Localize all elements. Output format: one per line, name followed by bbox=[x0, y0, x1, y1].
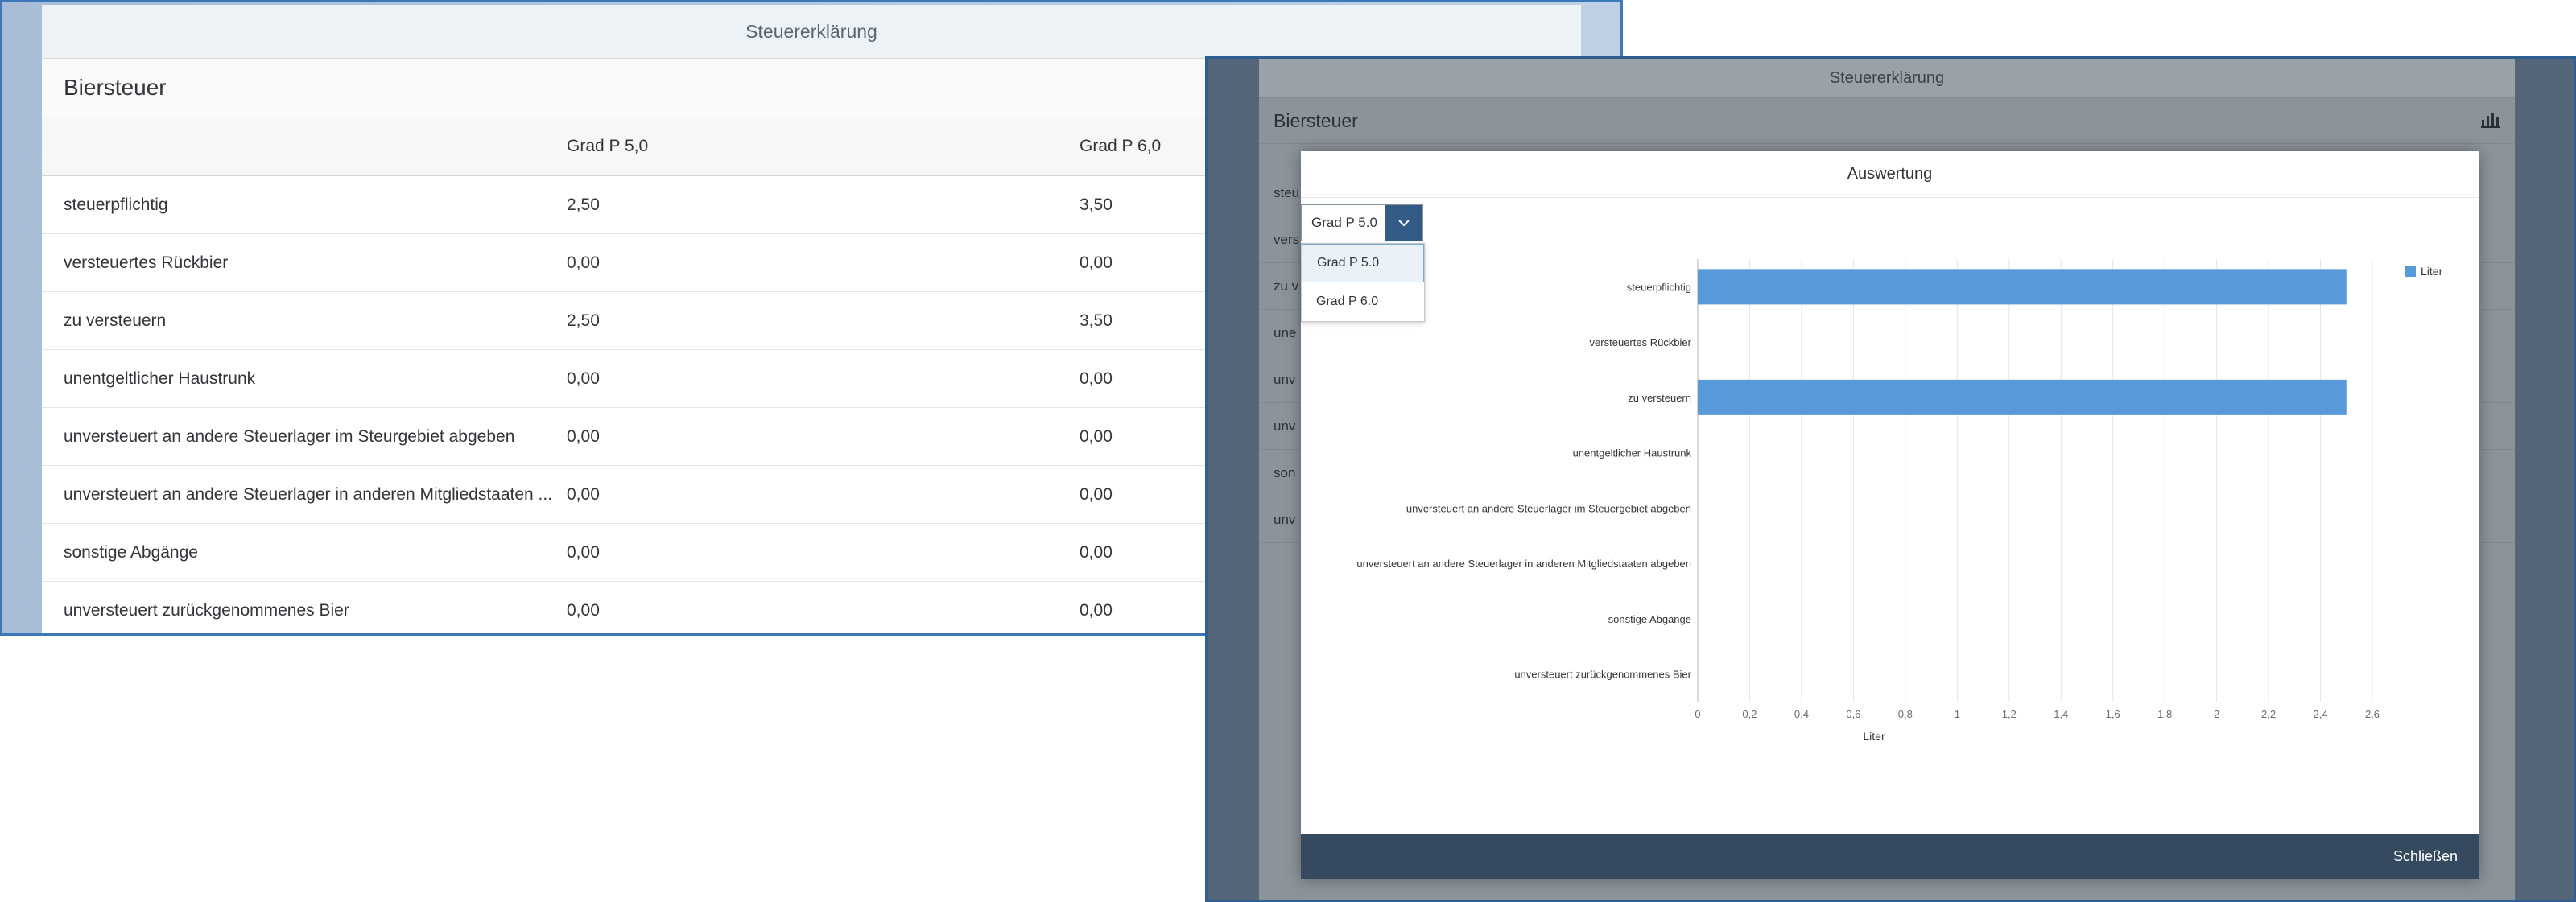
x-tick-label: 1,2 bbox=[2002, 708, 2017, 720]
x-tick-label: 1,4 bbox=[2054, 708, 2068, 720]
select-value[interactable]: Grad P 5.0 bbox=[1302, 205, 1385, 241]
row-value-grad-p-5: 2,50 bbox=[567, 195, 600, 214]
select-dropdown: Grad P 5.0 Grad P 6.0 bbox=[1301, 243, 1425, 322]
evaluation-window: Steuererklärung Biersteuer steu vers zu vu… bbox=[1205, 56, 2576, 902]
category-label: unversteuert zurückgenommenes Bier bbox=[1514, 669, 1691, 681]
dialog-footer: Schließen bbox=[1301, 834, 2479, 879]
dialog-header: Auswertung bbox=[1301, 151, 2479, 198]
row-label: unentgeltlicher Haustrunk bbox=[64, 369, 256, 388]
x-tick-label: 1 bbox=[1955, 708, 1960, 720]
legend-label: Liter bbox=[2421, 265, 2443, 278]
select-option-grad-p-6[interactable]: Grad P 6.0 bbox=[1302, 282, 1424, 321]
row-label: sonstige Abgänge bbox=[64, 542, 198, 562]
category-label: unversteuert an andere Steuerlager im St… bbox=[1406, 502, 1691, 514]
x-tick-label: 0,4 bbox=[1794, 708, 1809, 720]
x-axis-title: Liter bbox=[1863, 730, 1885, 743]
row-value-grad-p-5: 0,00 bbox=[567, 600, 600, 620]
app-title: Steuererklärung bbox=[745, 20, 877, 42]
shell-bar: Steuererklärung bbox=[42, 5, 1581, 59]
category-label: steuerpflichtig bbox=[1627, 281, 1691, 293]
close-button[interactable]: Schließen bbox=[2390, 843, 2461, 870]
bar[interactable] bbox=[1698, 379, 2347, 415]
x-tick-label: 0,6 bbox=[1846, 708, 1860, 720]
row-value-grad-p-5: 0,00 bbox=[567, 542, 600, 562]
x-tick-label: 0,8 bbox=[1898, 708, 1913, 720]
chevron-down-icon[interactable] bbox=[1385, 205, 1422, 241]
category-label: unversteuert an andere Steuerlager in an… bbox=[1356, 558, 1691, 570]
background-app-title: Steuererklärung bbox=[1829, 68, 1945, 87]
category-label: versteuertes Rückbier bbox=[1590, 336, 1692, 348]
row-label: unversteuert an andere Steuerlager in an… bbox=[64, 484, 553, 504]
row-value-grad-p-5: 0,00 bbox=[567, 253, 600, 272]
x-tick-label: 1,6 bbox=[2106, 708, 2120, 720]
category-label: sonstige Abgänge bbox=[1608, 613, 1691, 625]
bar-chart: 0 0,2 0,4 0,6 0,8 1 1,2 1,4 1,6 1,8 2 2,2 2,4 2,6 steu… bbox=[1301, 256, 2479, 771]
select-option-grad-p-5[interactable]: Grad P 5.0 bbox=[1302, 244, 1424, 282]
row-value-grad-p-5: 0,00 bbox=[567, 369, 600, 388]
x-tick-label: 2,2 bbox=[2261, 708, 2276, 720]
x-tick-label: 0,2 bbox=[1742, 708, 1757, 720]
bar-chart-svg: 0 0,2 0,4 0,6 0,8 1 1,2 1,4 1,6 1,8 2 2,2 2,4 2,6 steu… bbox=[1356, 259, 2443, 743]
category-label: unentgeltlicher Haustrunk bbox=[1573, 447, 1692, 459]
row-value-grad-p-5: 0,00 bbox=[567, 484, 600, 504]
x-tick-label: 2,6 bbox=[2365, 708, 2380, 720]
row-label: versteuertes Rückbier bbox=[64, 253, 229, 272]
grad-select[interactable]: Grad P 5.0 bbox=[1301, 204, 1423, 241]
column-header-label bbox=[64, 117, 588, 175]
row-value-grad-p-5: 0,00 bbox=[567, 426, 600, 446]
row-value-grad-p-5: 2,50 bbox=[567, 311, 600, 330]
x-tick-label: 1,8 bbox=[2157, 708, 2172, 720]
row-label: zu versteuern bbox=[64, 311, 167, 330]
row-label: unversteuert zurückgenommenes Bier bbox=[64, 600, 349, 620]
section-title: Biersteuer bbox=[64, 75, 167, 100]
background-shell-bar: Steuererklärung bbox=[1259, 59, 2515, 98]
dialog-title: Auswertung bbox=[1847, 165, 1933, 183]
x-tick-label: 2,4 bbox=[2313, 708, 2327, 720]
legend-swatch bbox=[2405, 266, 2416, 277]
evaluation-dialog: Auswertung 0 0,2 0,4 0,6 0,8 1 1,2 1,4 1,6 1,8 2 2,… bbox=[1301, 151, 2479, 879]
bar-chart-icon[interactable] bbox=[2481, 109, 2500, 134]
background-section-title: Biersteuer bbox=[1274, 109, 1358, 131]
x-tick-label: 2 bbox=[2214, 708, 2219, 720]
background-section-header: Biersteuer bbox=[1259, 98, 2515, 144]
row-label: unversteuert an andere Steuerlager im St… bbox=[64, 426, 515, 446]
row-label: steuerpflichtig bbox=[64, 195, 168, 214]
x-tick-label: 0 bbox=[1695, 708, 1700, 720]
column-header-grad-p-5[interactable]: Grad P 5,0 bbox=[567, 117, 969, 175]
category-label: zu versteuern bbox=[1628, 392, 1691, 404]
bar[interactable] bbox=[1698, 269, 2347, 305]
